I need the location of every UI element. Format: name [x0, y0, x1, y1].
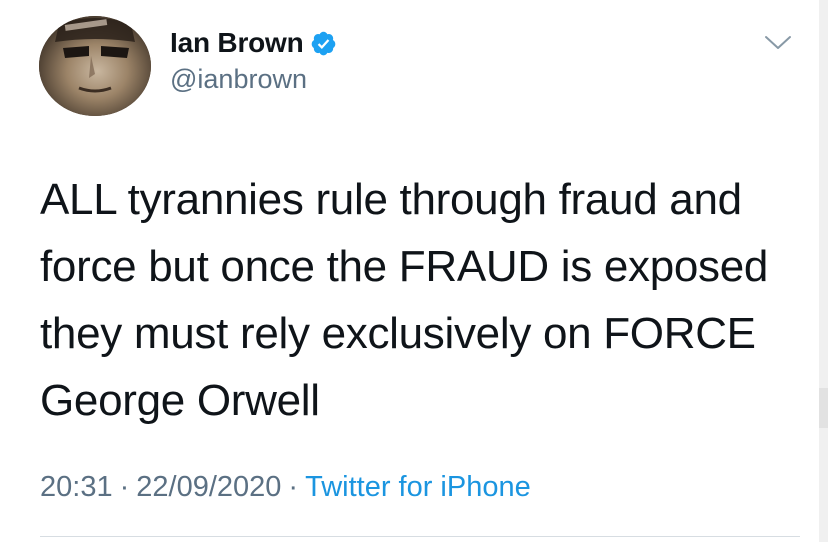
user-avatar-icon: [39, 16, 151, 116]
author-display-name[interactable]: Ian Brown: [170, 27, 304, 59]
chevron-down-icon[interactable]: [762, 30, 794, 54]
tweet-text-line: force but once the FRAUD is exposed: [40, 242, 769, 291]
divider: [40, 536, 800, 537]
scrollbar[interactable]: [819, 0, 828, 542]
tweet-text-line: George Orwell: [40, 376, 320, 425]
tweet-date[interactable]: 22/09/2020: [136, 471, 281, 503]
meta-separator: ·: [119, 471, 130, 503]
verified-badge-icon: [310, 30, 337, 57]
tweet-meta: 20:31 · 22/09/2020 · Twitter for iPhone: [40, 471, 531, 504]
tweet-text-line: they must rely exclusively on FORCE: [40, 309, 756, 358]
tweet-text-line: ALL tyrannies rule through fraud and: [40, 175, 742, 224]
author-name-row[interactable]: Ian Brown: [170, 24, 337, 62]
meta-separator: ·: [288, 471, 299, 503]
tweet-source-link[interactable]: Twitter for iPhone: [305, 471, 531, 503]
avatar[interactable]: [39, 16, 151, 116]
tweet-time[interactable]: 20:31: [40, 471, 113, 503]
author-handle[interactable]: @ianbrown: [170, 64, 307, 95]
scrollbar-thumb[interactable]: [819, 388, 828, 428]
tweet-text: ALL tyrannies rule through fraud and for…: [40, 166, 800, 434]
